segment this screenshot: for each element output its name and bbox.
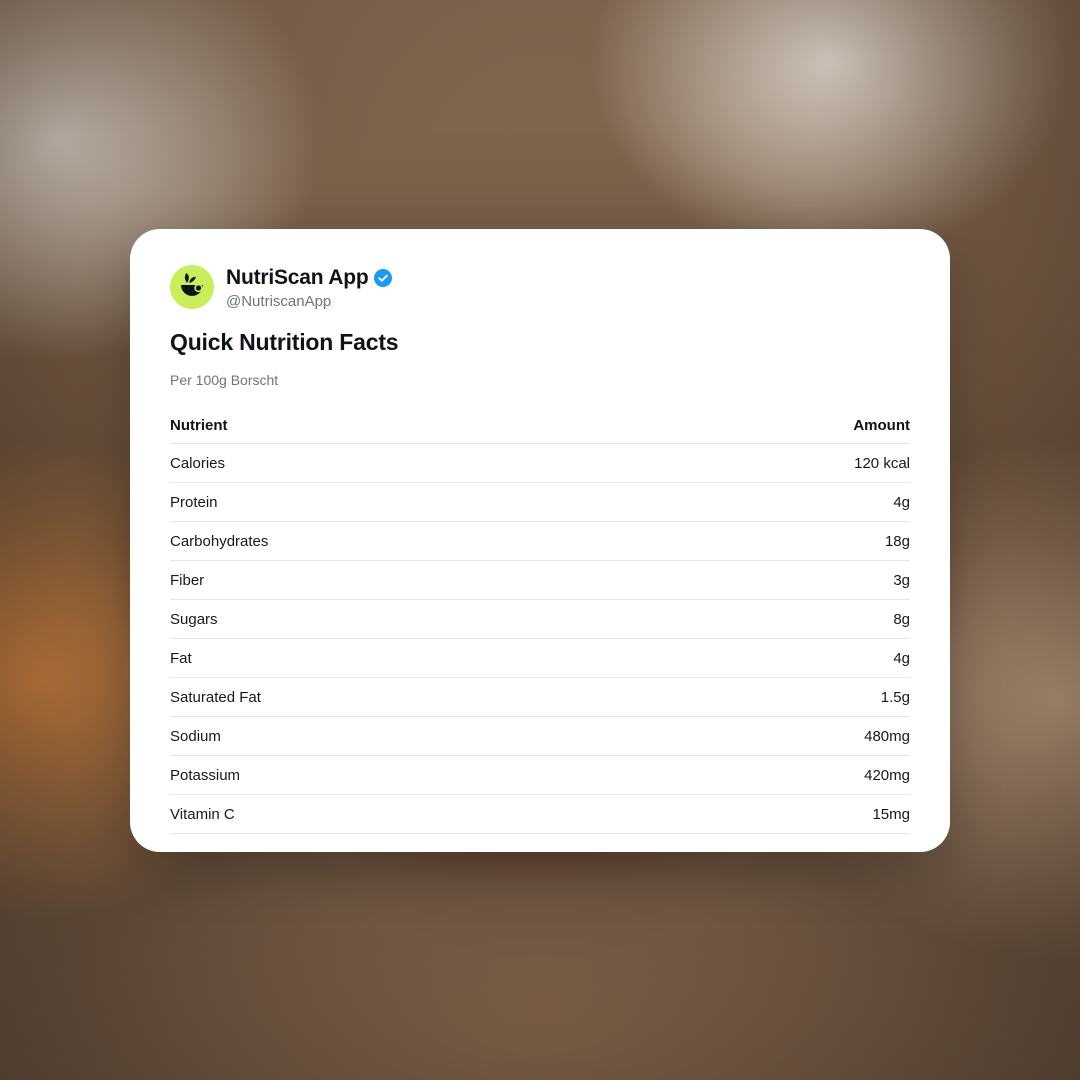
nutrient-amount: 120 kcal xyxy=(639,443,910,483)
nutrient-amount: 4g xyxy=(639,638,910,678)
nutrient-name: Protein xyxy=(170,482,640,522)
account-identity: NutriScan App @NutriscanApp xyxy=(226,265,393,310)
nutrient-amount: 420mg xyxy=(639,755,910,795)
nutrient-name: Saturated Fat xyxy=(170,677,640,717)
account-display-name[interactable]: NutriScan App xyxy=(226,266,369,290)
nutrient-name: Sugars xyxy=(170,599,640,639)
table-row: Calories 120 kcal xyxy=(170,443,910,483)
nutrient-name: Carbohydrates xyxy=(170,521,640,561)
nutrient-amount: 480mg xyxy=(639,716,910,756)
header-nutrient: Nutrient xyxy=(170,407,640,444)
table-row: Vitamin C 15mg xyxy=(170,794,910,834)
nutrient-amount: 15mg xyxy=(639,794,910,834)
nutrient-amount: 8g xyxy=(639,599,910,639)
profile-header: NutriScan App @NutriscanApp xyxy=(170,264,910,310)
nutrition-card: NutriScan App @NutriscanApp Quick Nutrit… xyxy=(130,229,950,852)
verified-badge-icon xyxy=(373,268,393,288)
nutrient-amount: 3g xyxy=(639,560,910,600)
nutrient-name: Vitamin C xyxy=(170,794,640,834)
header-amount: Amount xyxy=(639,407,910,444)
table-row: Fat 4g xyxy=(170,638,910,678)
avatar[interactable] xyxy=(170,265,214,309)
account-handle[interactable]: @NutriscanApp xyxy=(226,293,393,310)
nutrient-name: Potassium xyxy=(170,755,640,795)
nutrient-amount: 4g xyxy=(639,482,910,522)
nutrient-name: Calories xyxy=(170,443,640,483)
table-row: Fiber 3g xyxy=(170,560,910,600)
nutrient-amount: 18g xyxy=(639,521,910,561)
card-title: Quick Nutrition Facts xyxy=(170,329,399,355)
table-row: Saturated Fat 1.5g xyxy=(170,677,910,717)
nutrient-name: Sodium xyxy=(170,716,640,756)
nutriscan-logo-icon xyxy=(181,273,203,296)
table-row: Carbohydrates 18g xyxy=(170,521,910,561)
table-row: Sodium 480mg xyxy=(170,716,910,756)
card-subtitle: Per 100g Borscht xyxy=(170,372,279,388)
table-row: Potassium 420mg xyxy=(170,755,910,795)
nutrient-name: Fat xyxy=(170,638,640,678)
nutrition-table: Nutrient Amount Calories 120 kcal Protei… xyxy=(170,407,910,834)
table-row: Sugars 8g xyxy=(170,599,910,639)
nutrient-amount: 1.5g xyxy=(639,677,910,717)
nutrient-name: Fiber xyxy=(170,560,640,600)
name-row: NutriScan App xyxy=(226,265,393,291)
table-header-row: Nutrient Amount xyxy=(170,407,910,444)
table-row: Protein 4g xyxy=(170,482,910,522)
